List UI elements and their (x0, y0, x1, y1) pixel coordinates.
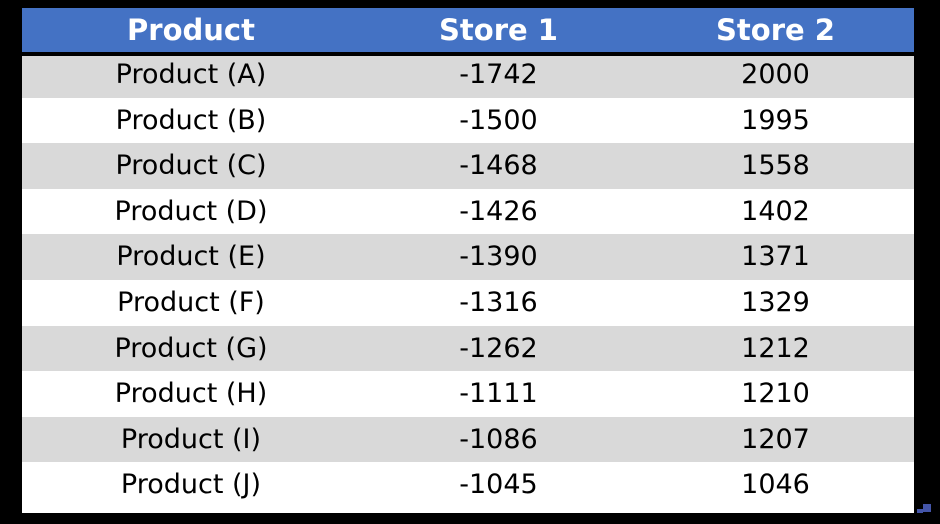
table-header-row: Product Store 1 Store 2 (22, 8, 914, 52)
cell-product: Product (J) (22, 462, 360, 508)
cell-product: Product (E) (22, 234, 360, 280)
cell-store-2: 1210 (637, 371, 914, 417)
cell-store-2: 1995 (637, 98, 914, 144)
cell-store-2: 1212 (637, 326, 914, 372)
cell-store-2: 1371 (637, 234, 914, 280)
table-row[interactable]: Product (G) -1262 1212 (22, 326, 914, 372)
cell-store-2: 1207 (637, 417, 914, 463)
table-row[interactable]: Product (F) -1316 1329 (22, 280, 914, 326)
cell-product: Product (I) (22, 417, 360, 463)
table-row[interactable]: Product (D) -1426 1402 (22, 189, 914, 235)
table-row[interactable]: Product (J) -1045 1046 (22, 462, 914, 508)
data-table-container: Product Store 1 Store 2 Product (A) -174… (22, 8, 914, 513)
header-divider-rule (22, 52, 914, 56)
cell-product: Product (F) (22, 280, 360, 326)
table-header: Product Store 1 Store 2 (22, 8, 914, 52)
cell-store-1: -1742 (360, 52, 637, 98)
cell-store-1: -1045 (360, 462, 637, 508)
cell-product: Product (B) (22, 98, 360, 144)
cell-store-1: -1262 (360, 326, 637, 372)
column-header-store-1[interactable]: Store 1 (360, 8, 637, 52)
table-row[interactable]: Product (A) -1742 2000 (22, 52, 914, 98)
cell-store-1: -1111 (360, 371, 637, 417)
table-body: Product (A) -1742 2000 Product (B) -1500… (22, 52, 914, 508)
screenshot-root: Product Store 1 Store 2 Product (A) -174… (0, 0, 940, 524)
cell-product: Product (A) (22, 52, 360, 98)
cell-store-1: -1086 (360, 417, 637, 463)
cell-product: Product (H) (22, 371, 360, 417)
cell-store-1: -1426 (360, 189, 637, 235)
corner-marker-artifact (923, 504, 931, 512)
table-row[interactable]: Product (B) -1500 1995 (22, 98, 914, 144)
table-row[interactable]: Product (I) -1086 1207 (22, 417, 914, 463)
cell-store-2: 1558 (637, 143, 914, 189)
cell-store-1: -1468 (360, 143, 637, 189)
table-row[interactable]: Product (H) -1111 1210 (22, 371, 914, 417)
cell-store-2: 1046 (637, 462, 914, 508)
table-row[interactable]: Product (E) -1390 1371 (22, 234, 914, 280)
cell-store-2: 1329 (637, 280, 914, 326)
cell-store-1: -1390 (360, 234, 637, 280)
cell-store-1: -1500 (360, 98, 637, 144)
data-table: Product Store 1 Store 2 Product (A) -174… (22, 8, 914, 508)
cell-store-2: 1402 (637, 189, 914, 235)
cell-store-2: 2000 (637, 52, 914, 98)
column-header-product[interactable]: Product (22, 8, 360, 52)
cell-product: Product (C) (22, 143, 360, 189)
cell-product: Product (G) (22, 326, 360, 372)
cell-store-1: -1316 (360, 280, 637, 326)
column-header-store-2[interactable]: Store 2 (637, 8, 914, 52)
corner-marker-artifact-secondary (917, 509, 923, 513)
table-row[interactable]: Product (C) -1468 1558 (22, 143, 914, 189)
cell-product: Product (D) (22, 189, 360, 235)
